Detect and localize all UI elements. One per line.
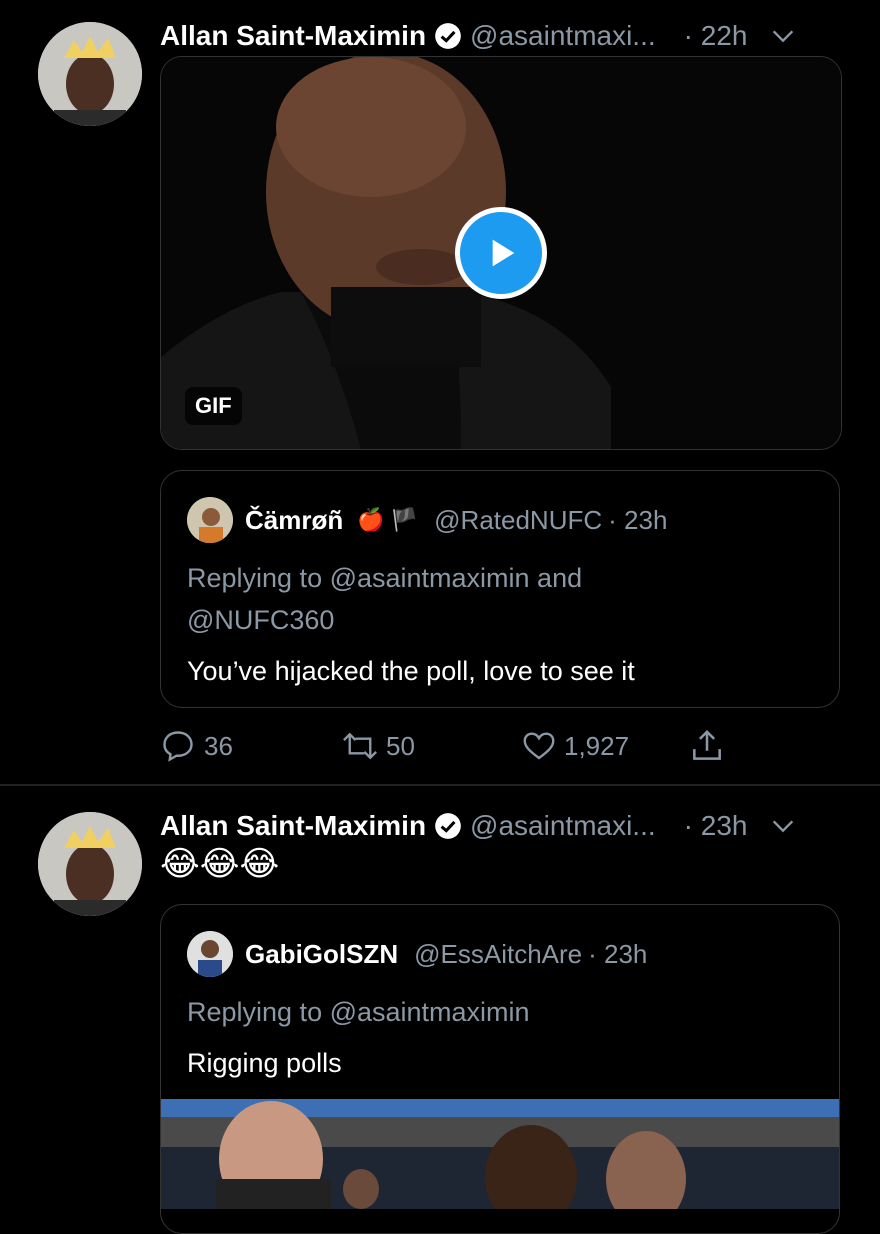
quote-text: Rigging polls [187, 1048, 342, 1078]
like-count: 1,927 [564, 730, 630, 761]
share-icon [693, 729, 721, 760]
author-handle[interactable]: @asaintmaxi... [470, 20, 656, 52]
quote-header: GabiGolSZN @EssAitchAre · 23h [187, 931, 813, 977]
avatar[interactable] [38, 812, 142, 916]
reply-count: 36 [204, 730, 233, 761]
quote-author-name[interactable]: Čämrøñ [245, 505, 343, 536]
gif-badge: GIF [185, 387, 242, 425]
author-name[interactable]: Allan Saint-Maximin [160, 810, 426, 842]
verified-icon [435, 813, 461, 839]
quoted-tweet[interactable]: Čämrøñ 🍎 🏴 @RatedNUFC · 23h Replying to … [160, 470, 840, 708]
quote-avatar[interactable] [187, 497, 233, 543]
reply-button[interactable]: 36 [160, 728, 338, 764]
retweet-button[interactable]: 50 [338, 728, 520, 764]
name-emoji: 🍎 🏴 [357, 507, 419, 532]
chevron-down-icon[interactable] [769, 22, 797, 50]
timestamp[interactable]: · 22h [684, 20, 748, 52]
timestamp[interactable]: · 23h [684, 810, 748, 842]
share-button[interactable] [688, 727, 726, 765]
quote-author-handle[interactable]: @EssAitchAre [414, 939, 582, 970]
quote-header: Čämrøñ 🍎 🏴 @RatedNUFC · 23h [187, 497, 813, 543]
tweet-text: 😂😂😂 [160, 845, 280, 883]
retweet-icon [343, 732, 377, 760]
like-icon [523, 732, 555, 760]
tweet-header: Allan Saint-Maximin @asaintmaxi... · 22h [160, 10, 860, 62]
quoted-tweet[interactable]: GabiGolSZN @EssAitchAre · 23h Replying t… [160, 904, 840, 1234]
play-button[interactable] [455, 207, 547, 299]
retweet-count: 50 [386, 730, 415, 761]
replying-to[interactable]: Replying to @asaintmaximin and @NUFC360 [187, 557, 687, 641]
quote-timestamp: · 23h [588, 938, 648, 969]
reply-icon [163, 731, 193, 762]
author-name[interactable]: Allan Saint-Maximin [160, 20, 426, 52]
replying-to[interactable]: Replying to @asaintmaximin [187, 991, 807, 1033]
quote-media[interactable] [161, 1099, 839, 1209]
quote-author-name[interactable]: GabiGolSZN [245, 939, 398, 970]
verified-icon [435, 23, 461, 49]
avatar[interactable] [38, 22, 142, 126]
action-bar: 36 50 1,927 [160, 724, 760, 768]
author-handle[interactable]: @asaintmaxi... [470, 810, 656, 842]
quote-text: You’ve hijacked the poll, love to see it [187, 656, 635, 686]
like-button[interactable]: 1,927 [520, 728, 688, 764]
gif-media[interactable]: GIF [160, 56, 842, 450]
tweet[interactable]: Allan Saint-Maximin @asaintmaxi... · 22h… [0, 10, 880, 780]
tweet[interactable]: Allan Saint-Maximin @asaintmaxi... · 23h… [0, 800, 880, 1234]
quote-timestamp: · 23h [608, 504, 668, 535]
play-icon [492, 239, 515, 267]
quote-author-handle[interactable]: @RatedNUFC [434, 505, 602, 536]
tweet-divider [0, 784, 880, 786]
chevron-down-icon[interactable] [769, 812, 797, 840]
quote-avatar[interactable] [187, 931, 233, 977]
